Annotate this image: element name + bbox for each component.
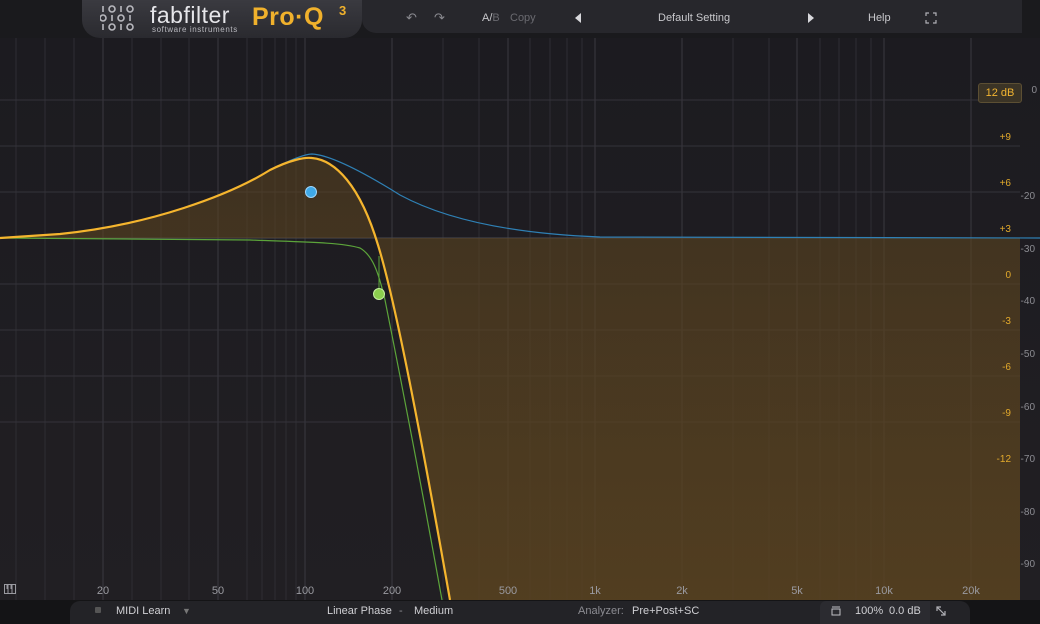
eq-display[interactable]: 12 dB 0 +9 +6 +3 0 -3 -6 -9 -12 -20 -30 … [0,38,1040,600]
eq-graph[interactable] [0,38,1040,600]
top-bar: fabfilter software instruments Pro·Q 3 ↶… [0,0,1040,38]
phase-amount-selector[interactable]: Medium [414,605,453,617]
lowpass-band-node[interactable] [373,288,385,300]
analyzer-label: -90 [1020,559,1035,570]
resize-icon[interactable] [935,605,947,617]
analyzer-label: -50 [1020,349,1035,360]
analyzer-label: -80 [1020,507,1035,518]
gain-label: -3 [1002,316,1011,327]
triangle-right-icon[interactable] [807,13,815,23]
gain-label: +9 [999,132,1011,143]
gain-label: 0 [1005,270,1011,281]
ab-b-label: B [492,12,500,24]
piano-icon[interactable] [4,584,16,594]
freq-label: 500 [498,585,518,597]
midi-learn-button[interactable]: MIDI Learn [116,605,170,617]
analyzer-mode-selector[interactable]: Pre+Post+SC [632,605,699,617]
phase-mode-selector[interactable]: Linear Phase [327,605,392,617]
fabfilter-logo-icon [100,5,134,31]
gain-label: -6 [1002,362,1011,373]
phase-separator: - [399,605,403,617]
undo-icon[interactable]: ↶ [406,10,417,26]
freq-label: 5k [791,585,803,597]
gain-label: +6 [999,178,1011,189]
preset-name[interactable]: Default Setting [658,12,730,24]
freq-label: 2k [676,585,688,597]
freq-label: 100 [295,585,315,597]
freq-label: 20k [962,585,980,597]
brand-subtitle: software instruments [152,25,238,34]
redo-icon[interactable]: ↷ [434,10,445,26]
product-name: Pro·Q [252,3,324,31]
analyzer-label: -30 [1020,244,1035,255]
midi-indicator-icon [95,607,101,613]
analyzer-label: Analyzer: [578,605,624,617]
analyzer-label: -40 [1020,296,1035,307]
gain-label: -9 [1002,408,1011,419]
chevron-down-icon[interactable]: ▼ [182,606,191,616]
ab-a-label: A/ [482,12,493,24]
freq-label: 200 [382,585,402,597]
freq-label: 1k [589,585,601,597]
freq-label: 50 [211,585,225,597]
help-button[interactable]: Help [868,12,891,24]
freq-label: 20 [96,585,110,597]
copy-button[interactable]: Copy [510,12,536,24]
bell-band-node[interactable] [305,186,317,198]
product-version: 3 [339,3,347,18]
fullscreen-icon[interactable] [925,12,937,24]
response-fill [0,157,1020,600]
analyzer-label: -60 [1020,402,1035,413]
gain-label: +3 [999,224,1011,235]
zoom-value[interactable]: 100% [855,605,883,617]
freq-label: 10k [875,585,893,597]
ab-toggle-button[interactable]: A/B [482,12,500,24]
analyzer-label: -70 [1020,454,1035,465]
analyzer-label: -20 [1020,191,1035,202]
triangle-left-icon[interactable] [574,13,582,23]
output-gain-value[interactable]: 0.0 dB [889,605,921,617]
analyzer-top-label: 0 [1031,85,1037,96]
panel-toggle-icon[interactable] [831,606,841,616]
gain-label: -12 [996,454,1011,465]
